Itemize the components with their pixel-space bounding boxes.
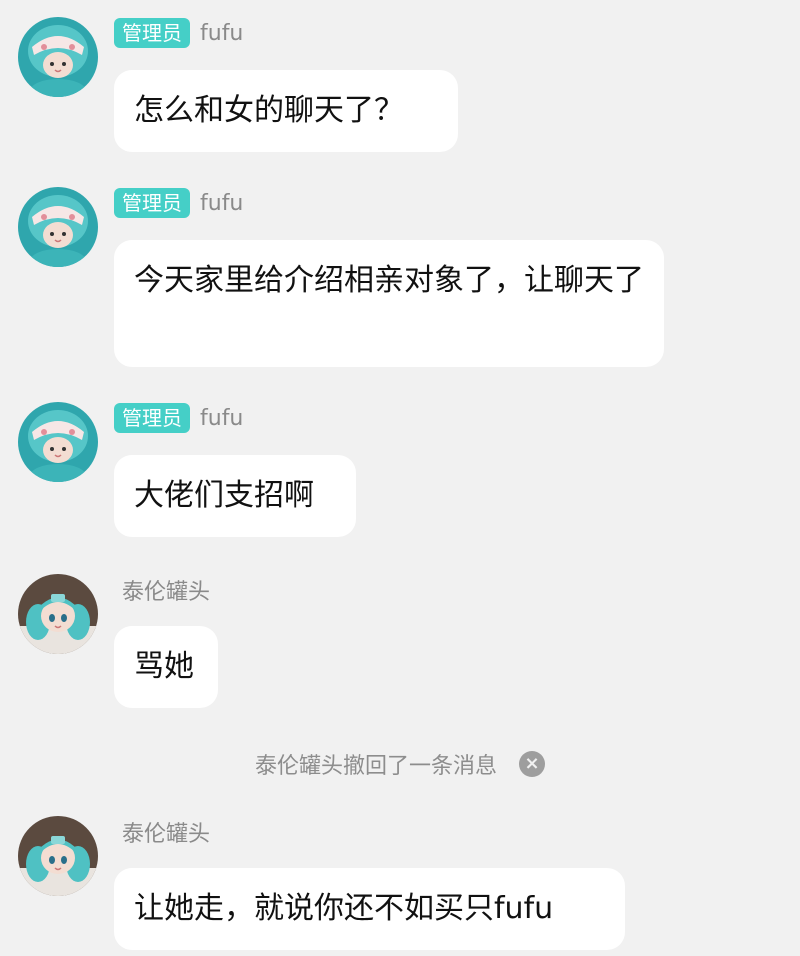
sender-name[interactable]: 泰伦罐头 — [122, 816, 210, 848]
admin-badge: 管理员 — [114, 18, 190, 48]
close-icon[interactable]: × — [519, 751, 545, 777]
message-bubble[interactable]: 大佬们支招啊 — [114, 455, 356, 537]
message-bubble[interactable]: 骂她 — [114, 626, 218, 708]
avatar[interactable] — [18, 402, 98, 482]
message-bubble[interactable]: 怎么和女的聊天了？ — [114, 70, 458, 152]
sender-name[interactable]: fufu — [200, 191, 243, 216]
avatar[interactable] — [18, 17, 98, 97]
sender-name[interactable]: fufu — [200, 406, 243, 431]
message-bubble[interactable]: 今天家里给介绍相亲对象了，让聊天了 — [114, 240, 664, 367]
avatar[interactable] — [18, 816, 98, 896]
hooded-plush-avatar-image — [18, 17, 98, 97]
sender-name[interactable]: 泰伦罐头 — [122, 574, 210, 606]
recall-notice-text: 泰伦罐头撤回了一条消息 — [254, 754, 497, 779]
admin-badge: 管理员 — [114, 188, 190, 218]
sender-name[interactable]: fufu — [200, 21, 243, 46]
miku-plush-avatar-image — [18, 816, 98, 896]
message-meta: 管理员 fufu — [114, 17, 243, 49]
message-meta: 泰伦罐头 — [114, 816, 210, 848]
avatar[interactable] — [18, 187, 98, 267]
hooded-plush-avatar-image — [18, 402, 98, 482]
admin-badge: 管理员 — [114, 403, 190, 433]
message-meta: 管理员 fufu — [114, 187, 243, 219]
message-bubble[interactable]: 让她走，就说你还不如买只fufu — [114, 868, 625, 950]
message-meta: 管理员 fufu — [114, 402, 243, 434]
hooded-plush-avatar-image — [18, 187, 98, 267]
avatar[interactable] — [18, 574, 98, 654]
recall-notice: 泰伦罐头撤回了一条消息 × — [0, 748, 800, 780]
message-meta: 泰伦罐头 — [114, 574, 210, 606]
miku-plush-avatar-image — [18, 574, 98, 654]
